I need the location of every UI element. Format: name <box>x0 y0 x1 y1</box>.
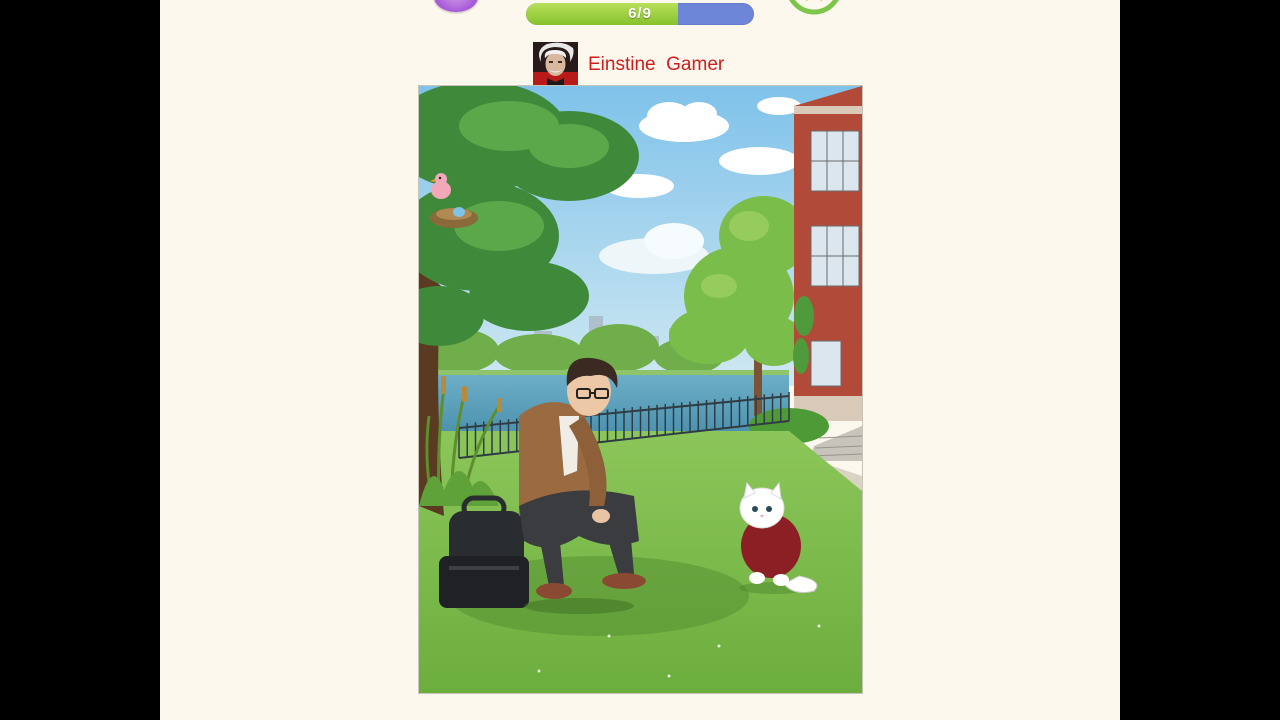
progress-label: 6/9 <box>628 5 652 22</box>
scene-image[interactable] <box>418 85 863 694</box>
level-progress-bar: 6/9 <box>526 3 754 25</box>
brick-building <box>794 86 862 461</box>
player-info: Einstine Gamer <box>533 42 724 87</box>
star-ring-icon[interactable] <box>784 0 844 20</box>
player-name: Einstine Gamer <box>588 53 725 75</box>
player-avatar[interactable] <box>533 42 578 87</box>
purple-orb-icon[interactable] <box>434 0 478 12</box>
game-screen: 6/9 Einstine Gamer <box>160 0 1120 720</box>
